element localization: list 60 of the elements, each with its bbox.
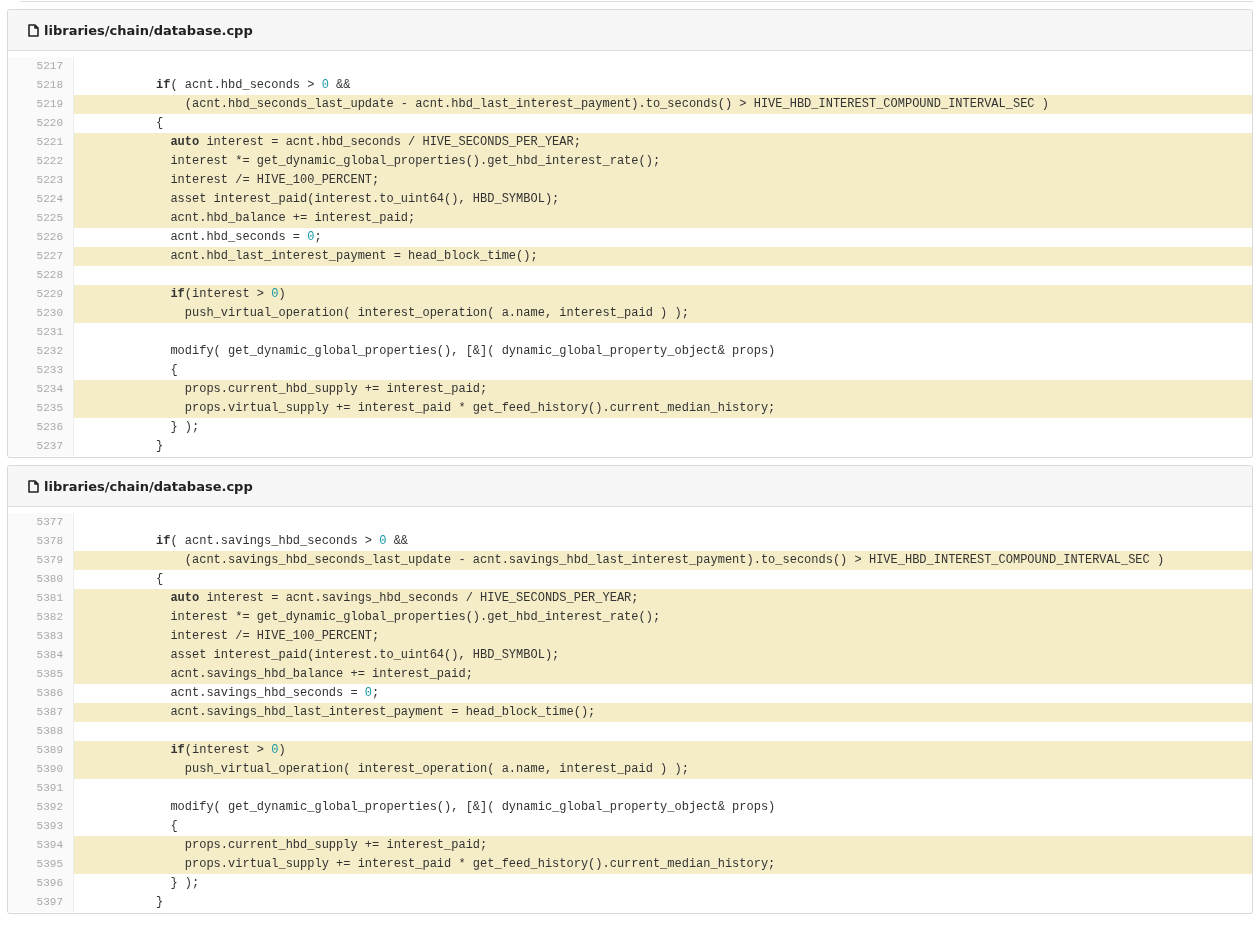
line-number: 5228: [8, 266, 74, 285]
line-number: 5225: [8, 209, 74, 228]
line-number: 5382: [8, 608, 74, 627]
line-number: 5378: [8, 532, 74, 551]
line-number: 5229: [8, 285, 74, 304]
line-number: 5383: [8, 627, 74, 646]
code-line: {: [169, 362, 179, 379]
code-line: acnt.hbd_seconds = 0;: [169, 229, 323, 246]
line-number: 5388: [8, 722, 74, 741]
line-number: 5237: [8, 437, 74, 456]
line-number: 5232: [8, 342, 74, 361]
line-number: 5392: [8, 798, 74, 817]
code-line: modify( get_dynamic_global_properties(), [&]( dynamic_global_property_object& props): [169, 343, 777, 360]
line-number: 5394: [8, 836, 74, 855]
line-number: 5385: [8, 665, 74, 684]
line-number: 5396: [8, 874, 74, 893]
file-path-link[interactable]: libraries/chain/database.cpp: [44, 22, 253, 38]
line-number: 5393: [8, 817, 74, 836]
code-line: } );: [169, 875, 201, 892]
line-number: 5226: [8, 228, 74, 247]
line-number: 5395: [8, 855, 74, 874]
line-number: 5221: [8, 133, 74, 152]
file-icon: [28, 479, 39, 493]
code-line: if( acnt.savings_hbd_seconds > 0 &&: [155, 533, 410, 550]
line-number: 5384: [8, 646, 74, 665]
line-number: 5380: [8, 570, 74, 589]
code-line: } );: [169, 419, 201, 436]
line-number: 5222: [8, 152, 74, 171]
line-number: 5387: [8, 703, 74, 722]
code-line: if( acnt.hbd_seconds > 0 &&: [155, 77, 352, 94]
line-number: 5217: [8, 57, 74, 76]
line-number: 5389: [8, 741, 74, 760]
line-number: 5231: [8, 323, 74, 342]
line-number: 5218: [8, 76, 74, 95]
line-number: 5236: [8, 418, 74, 437]
line-number: 5224: [8, 190, 74, 209]
line-number: 5230: [8, 304, 74, 323]
code-line: {: [169, 818, 179, 835]
file-path-link[interactable]: libraries/chain/database.cpp: [44, 478, 253, 494]
line-number: 5235: [8, 399, 74, 418]
line-number: 5220: [8, 114, 74, 133]
line-number: 5381: [8, 589, 74, 608]
file-icon: [28, 23, 39, 37]
line-number: 5219: [8, 95, 74, 114]
line-number: 5386: [8, 684, 74, 703]
line-number: 5379: [8, 551, 74, 570]
line-number: 5397: [8, 893, 74, 912]
code-line: }: [155, 894, 165, 911]
code-line: {: [155, 115, 165, 132]
code-line: }: [155, 438, 165, 455]
code-line: acnt.savings_hbd_seconds = 0;: [169, 685, 381, 702]
line-number: 5223: [8, 171, 74, 190]
line-number: 5390: [8, 760, 74, 779]
line-number: 5391: [8, 779, 74, 798]
line-number: 5234: [8, 380, 74, 399]
code-line: {: [155, 571, 165, 588]
line-number: 5227: [8, 247, 74, 266]
line-number: 5377: [8, 513, 74, 532]
code-line: modify( get_dynamic_global_properties(), [&]( dynamic_global_property_object& props): [169, 799, 777, 816]
line-number: 5233: [8, 361, 74, 380]
